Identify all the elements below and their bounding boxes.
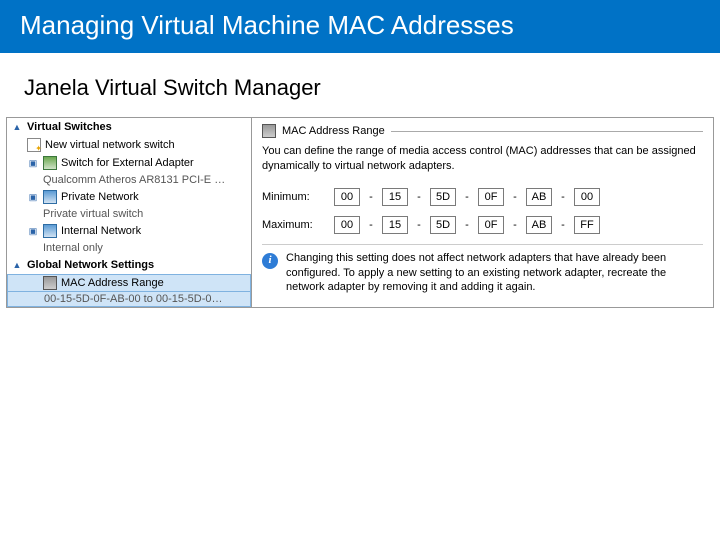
mac-sep: - [464,191,470,203]
group-title: MAC Address Range [282,125,385,137]
tree-item-external[interactable]: ▣ Switch for External Adapter [7,154,251,172]
expand-icon: ▣ [27,157,39,169]
new-switch-icon [27,138,41,152]
mac-max-row: Maximum: - - - - - [262,216,703,234]
tree-section-global[interactable]: ▲ Global Network Settings [7,256,251,274]
switch-icon [43,224,57,238]
info-note: i Changing this setting does not affect … [262,244,703,296]
mac-sep: - [512,191,518,203]
expand-icon: ▣ [27,225,39,237]
mac-min-octet-4[interactable] [478,188,504,206]
mac-min-octet-3[interactable] [430,188,456,206]
switch-icon [43,156,57,170]
mac-sep: - [512,219,518,231]
tree-item-label: New virtual network switch [45,139,175,151]
chevron-collapse-icon: ▲ [11,259,23,271]
mac-min-octet-6[interactable] [574,188,600,206]
virtual-switch-manager-window: ▲ Virtual Switches New virtual network s… [6,117,714,308]
nic-icon [262,124,276,138]
tree-pane: ▲ Virtual Switches New virtual network s… [7,118,252,307]
tree-item-internal-sub: Internal only [7,240,251,256]
tree-item-new-switch[interactable]: New virtual network switch [7,136,251,154]
tree-item-label: Internal Network [61,225,141,237]
min-label: Minimum: [262,191,326,203]
max-label: Maximum: [262,219,326,231]
expand-icon: ▣ [27,191,39,203]
section-label: Virtual Switches [27,121,112,133]
mac-min-octet-2[interactable] [382,188,408,206]
mac-sep: - [416,191,422,203]
page-subtitle: Janela Virtual Switch Manager [0,53,720,117]
mac-min-row: Minimum: - - - - - [262,188,703,206]
tree-item-mac-range[interactable]: MAC Address Range [7,274,251,292]
mac-sep: - [464,219,470,231]
mac-sep: - [560,219,566,231]
mac-max-octet-4[interactable] [478,216,504,234]
section-label: Global Network Settings [27,259,154,271]
mac-sep: - [368,219,374,231]
mac-max-octet-2[interactable] [382,216,408,234]
mac-max-octet-1[interactable] [334,216,360,234]
tree-item-private[interactable]: ▣ Private Network [7,188,251,206]
mac-max-octet-3[interactable] [430,216,456,234]
mac-max-octet-6[interactable] [574,216,600,234]
mac-min-octet-1[interactable] [334,188,360,206]
tree-item-private-sub: Private virtual switch [7,206,251,222]
tree-item-external-sub: Qualcomm Atheros AR8131 PCI-E … [7,172,251,188]
mac-max-octet-5[interactable] [526,216,552,234]
mac-min-octet-5[interactable] [526,188,552,206]
tree-section-virtual-switches[interactable]: ▲ Virtual Switches [7,118,251,136]
group-header: MAC Address Range [262,124,703,138]
info-icon: i [262,253,278,269]
tree-item-internal[interactable]: ▣ Internal Network [7,222,251,240]
mac-sep: - [368,191,374,203]
switch-icon [43,190,57,204]
tree-item-label: Private Network [61,191,139,203]
tree-item-label: Switch for External Adapter [61,157,194,169]
mac-sep: - [560,191,566,203]
mac-sep: - [416,219,422,231]
page-title: Managing Virtual Machine MAC Addresses [0,0,720,53]
tree-item-mac-range-sub: 00-15-5D-0F-AB-00 to 00-15-5D-0… [7,292,251,307]
tree-item-label: MAC Address Range [61,277,164,289]
nic-icon [43,276,57,290]
description-text: You can define the range of media access… [262,144,703,174]
detail-pane: MAC Address Range You can define the ran… [252,118,713,307]
chevron-collapse-icon: ▲ [11,121,23,133]
info-text: Changing this setting does not affect ne… [286,251,703,296]
